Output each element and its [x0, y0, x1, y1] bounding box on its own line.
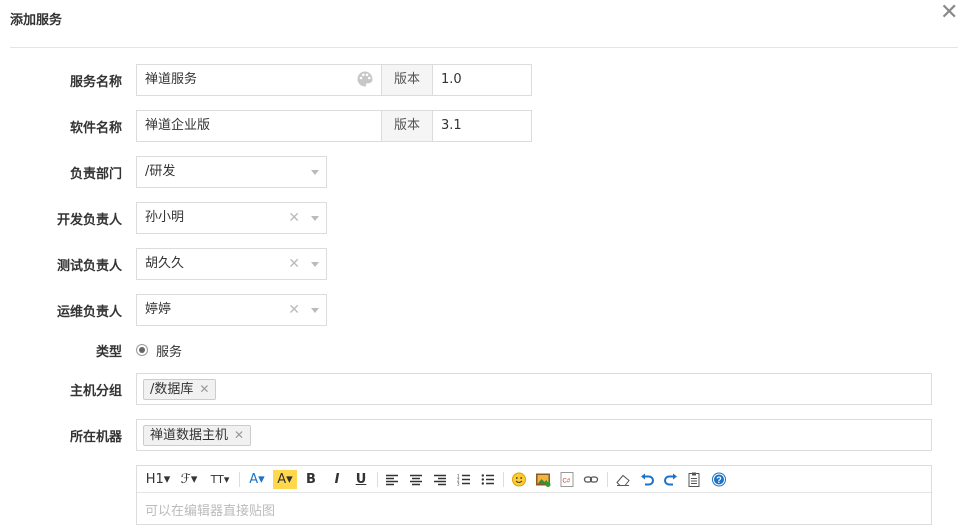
- unordered-list-icon[interactable]: [481, 470, 495, 489]
- link-icon[interactable]: [583, 470, 599, 489]
- host-group-chip-label: /数据库: [150, 382, 194, 397]
- dev-owner-select[interactable]: 孙小明 ✕: [136, 202, 327, 234]
- clear-icon[interactable]: ✕: [288, 249, 300, 279]
- host-group-chip: /数据库 ✕: [143, 379, 217, 400]
- dept-select-value: /研发: [145, 164, 176, 179]
- host-group-label: 主机分组: [69, 384, 122, 399]
- toolbar-divider: [377, 472, 378, 487]
- service-version-input[interactable]: 1.0: [432, 64, 532, 96]
- svg-text:3: 3: [457, 482, 460, 487]
- chevron-down-icon: [311, 216, 319, 221]
- toolbar-divider: [239, 472, 240, 487]
- ops-owner-select[interactable]: 婷婷 ✕: [136, 294, 327, 326]
- font-family-button[interactable]: ℱ▾: [177, 470, 201, 489]
- service-version-addon: 版本: [381, 64, 433, 96]
- code-icon[interactable]: C#: [559, 470, 575, 489]
- machine-chip-label: 禅道数据主机: [150, 428, 229, 443]
- editor-placeholder: 可以在编辑器直接贴图: [145, 504, 276, 519]
- service-name-label: 服务名称: [69, 75, 122, 90]
- machine-chip: 禅道数据主机 ✕: [143, 425, 252, 446]
- font-size-button[interactable]: TT▾: [207, 470, 233, 489]
- ops-owner-label: 运维负责人: [56, 305, 122, 320]
- clear-icon[interactable]: ✕: [288, 203, 300, 233]
- service-name-input[interactable]: 禅道服务: [136, 64, 382, 96]
- redo-icon[interactable]: [663, 470, 679, 489]
- dept-select[interactable]: /研发: [136, 156, 327, 188]
- host-group-field[interactable]: /数据库 ✕: [136, 373, 932, 405]
- bold-button[interactable]: B: [303, 470, 319, 489]
- test-owner-label: 测试负责人: [56, 259, 122, 274]
- svg-text:?: ?: [716, 475, 722, 485]
- chevron-down-icon: [311, 262, 319, 267]
- align-center-icon[interactable]: [409, 470, 423, 489]
- type-radio-service[interactable]: [136, 344, 148, 356]
- underline-button[interactable]: U: [353, 470, 369, 489]
- software-version-input[interactable]: 3.1: [432, 110, 532, 142]
- software-version-addon: 版本: [381, 110, 433, 142]
- machine-field[interactable]: 禅道数据主机 ✕: [136, 419, 932, 451]
- type-label: 类型: [95, 345, 122, 360]
- toolbar-divider: [503, 472, 504, 487]
- paste-icon[interactable]: [687, 470, 703, 489]
- toolbar-divider: [607, 472, 608, 487]
- remove-icon[interactable]: ✕: [234, 428, 244, 442]
- emoji-icon[interactable]: [511, 470, 527, 489]
- dialog-header: 添加服务 ✕: [0, 0, 964, 48]
- ops-owner-select-value: 婷婷: [145, 302, 172, 317]
- align-right-icon[interactable]: [433, 470, 447, 489]
- remove-icon[interactable]: ✕: [199, 382, 209, 396]
- image-icon[interactable]: [535, 470, 551, 489]
- highlight-color-button[interactable]: A▾: [273, 470, 297, 489]
- svg-text:C#: C#: [563, 479, 571, 485]
- heading-button[interactable]: H1▾: [145, 470, 171, 489]
- test-owner-select-value: 胡久久: [145, 256, 185, 271]
- rich-text-editor[interactable]: H1▾ ℱ▾ TT▾ A▾ A▾ B I U 123 C# ? 可以在编辑器直接…: [136, 465, 932, 525]
- italic-button[interactable]: I: [329, 470, 345, 489]
- software-name-input[interactable]: 禅道企业版: [136, 110, 382, 142]
- editor-toolbar: H1▾ ℱ▾ TT▾ A▾ A▾ B I U 123 C# ?: [137, 466, 931, 493]
- eraser-icon[interactable]: [615, 470, 631, 489]
- software-name-label: 软件名称: [69, 121, 122, 136]
- chevron-down-icon: [311, 170, 319, 175]
- undo-icon[interactable]: [639, 470, 655, 489]
- align-left-icon[interactable]: [385, 470, 399, 489]
- type-radio-label[interactable]: 服务: [156, 341, 182, 360]
- font-color-button[interactable]: A▾: [245, 470, 269, 489]
- help-icon[interactable]: ?: [711, 470, 727, 489]
- test-owner-select[interactable]: 胡久久 ✕: [136, 248, 327, 280]
- close-icon[interactable]: ✕: [940, 2, 958, 24]
- ordered-list-icon[interactable]: 123: [457, 470, 471, 489]
- dept-label: 负责部门: [69, 167, 122, 182]
- dialog-title: 添加服务: [10, 13, 63, 28]
- machine-label: 所在机器: [69, 430, 122, 445]
- dev-owner-select-value: 孙小明: [145, 210, 185, 225]
- dev-owner-label: 开发负责人: [56, 213, 122, 228]
- clear-icon[interactable]: ✕: [288, 295, 300, 325]
- palette-icon[interactable]: [356, 70, 374, 88]
- header-divider: [10, 47, 958, 48]
- chevron-down-icon: [311, 308, 319, 313]
